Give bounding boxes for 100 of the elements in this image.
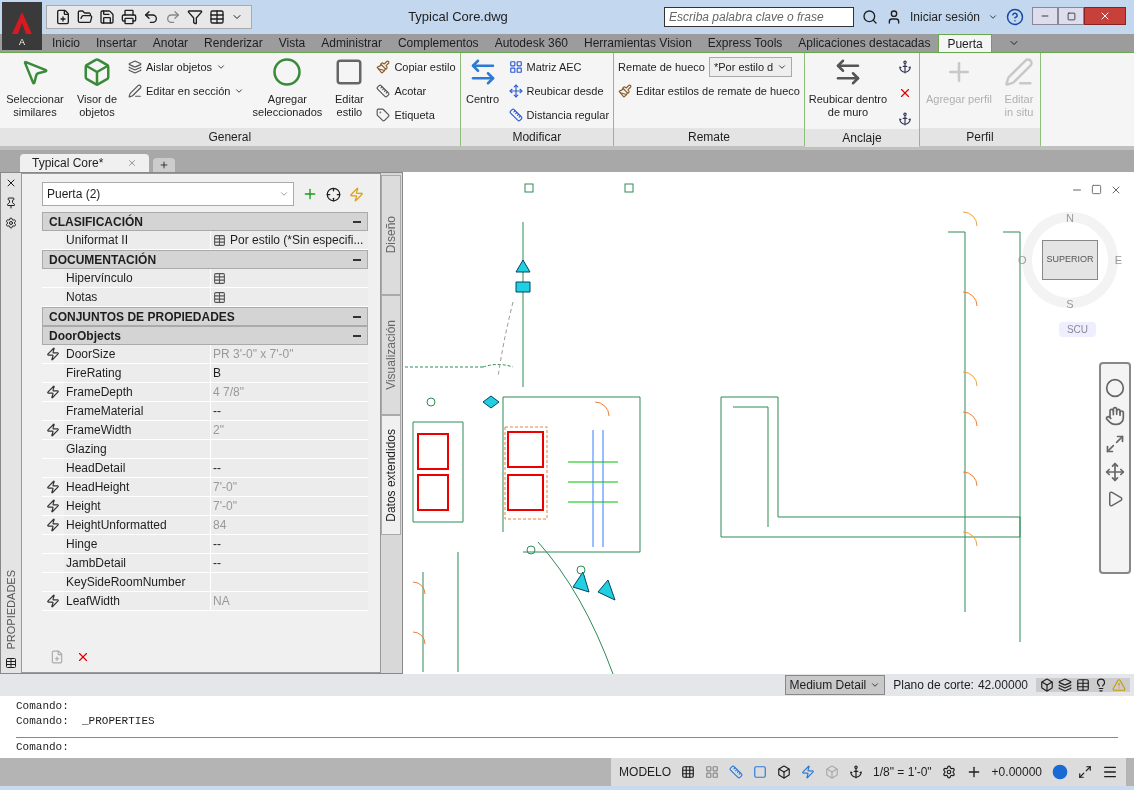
property-value[interactable] — [210, 269, 368, 287]
ribbon-tab[interactable]: Anotar — [144, 34, 197, 52]
settings-icon[interactable] — [941, 765, 956, 779]
ribbon-tab[interactable]: Administrar — [313, 34, 390, 52]
property-value[interactable]: Por estilo (*Sin especifi... — [210, 231, 368, 249]
side-tab[interactable]: Diseño — [381, 175, 401, 295]
command-prompt[interactable]: Comando: — [16, 738, 1118, 757]
cube-icon[interactable] — [1040, 678, 1054, 692]
ribbon-tab[interactable]: Renderizar — [196, 34, 271, 52]
undo-icon[interactable] — [143, 9, 159, 25]
app-menu-button[interactable]: A — [2, 2, 42, 50]
caret-icon[interactable] — [988, 12, 998, 22]
ribbon-tab[interactable]: Inicio — [44, 34, 88, 52]
section-header[interactable]: DoorObjects — [42, 326, 368, 345]
help-icon[interactable] — [1006, 8, 1024, 26]
ruler-icon — [508, 108, 523, 122]
selection-dropdown[interactable]: Puerta (2) — [42, 182, 294, 206]
property-value[interactable] — [210, 288, 368, 306]
ribbon-small-button[interactable]: Matriz AEC — [508, 57, 610, 77]
ribbon-large-button[interactable]: Reubicar dentro de muro — [804, 53, 891, 129]
ribbon-tab[interactable]: Vista — [270, 34, 314, 52]
ribbon-tab[interactable]: Herramientas Vision — [576, 34, 700, 52]
ribbon-large-button[interactable]: Editar estilo — [326, 53, 373, 128]
grid-icon[interactable] — [681, 765, 696, 779]
ribbon-small-button[interactable]: Editar estilos de remate de hueco — [618, 83, 800, 100]
pan-icon[interactable] — [1105, 406, 1125, 426]
fullscreen-icon[interactable] — [1078, 765, 1092, 779]
crosshair-icon[interactable] — [326, 186, 341, 202]
ribbon-large-button[interactable]: Visor de objetos — [70, 53, 124, 128]
detail-level-dropdown[interactable]: Medium Detail — [784, 675, 886, 695]
sign-in-button[interactable]: Iniciar sesión — [909, 8, 980, 26]
restore-icon — [1066, 11, 1076, 21]
property-value[interactable]: -- — [210, 402, 368, 420]
redo-icon[interactable] — [165, 9, 181, 25]
pin-icon[interactable] — [5, 197, 17, 209]
table-icon[interactable] — [1076, 678, 1090, 692]
side-tab[interactable]: Datos extendidos — [381, 415, 401, 535]
ribbon-small-button[interactable]: Distancia regular — [508, 105, 610, 125]
ribbon-large-button[interactable]: Centro — [460, 53, 505, 128]
open-folder-icon[interactable] — [77, 9, 93, 25]
delete-icon[interactable] — [76, 650, 90, 664]
brush-icon — [618, 84, 633, 99]
property-name: LeafWidth — [64, 592, 210, 610]
ribbon-small-button[interactable]: Etiqueta — [376, 105, 456, 125]
ribbon-large-button[interactable]: Seleccionar similares — [0, 53, 70, 128]
close-icon[interactable] — [5, 177, 17, 189]
ribbon-tab[interactable]: Insertar — [88, 34, 145, 52]
document-tab[interactable]: Typical Core* — [20, 154, 150, 172]
ribbon-tab[interactable]: Aplicaciones destacadas — [790, 34, 939, 52]
close-icon[interactable] — [1110, 184, 1122, 196]
scale-dropdown[interactable]: 1/8" = 1'-0" — [873, 763, 932, 781]
property-name: Uniformat II — [64, 231, 210, 249]
ribbon-tab[interactable]: Puerta — [938, 34, 992, 52]
ribbon-tab[interactable]: Express Tools — [699, 34, 791, 52]
menu-icon[interactable] — [1102, 764, 1118, 780]
ribbon-large-button[interactable]: Agregar seleccionados — [248, 53, 327, 128]
elevation-value[interactable]: +0.00000 — [991, 763, 1042, 781]
side-tab[interactable]: Visualización — [381, 295, 401, 415]
property-value[interactable]: B — [210, 364, 368, 382]
search-field[interactable]: Escriba palabra clave o frase — [663, 7, 854, 27]
ribbon-tab[interactable]: Autodesk 360 — [486, 34, 576, 52]
table-icon[interactable] — [213, 271, 226, 285]
ribbon-tab[interactable]: Complementos — [389, 34, 487, 52]
minimize-button[interactable] — [1032, 7, 1058, 25]
section-header[interactable]: CONJUNTOS DE PROPIEDADES — [42, 307, 368, 326]
property-value[interactable]: -- — [210, 554, 368, 572]
lightbulb-icon[interactable] — [1094, 678, 1108, 692]
property-name: HeightUnformatted — [64, 516, 210, 534]
pencil-icon — [1003, 57, 1034, 87]
style-dropdown[interactable]: *Por estilo d — [708, 57, 793, 77]
ribbon-small-button[interactable]: Reubicar desde — [508, 81, 610, 101]
new-file-icon[interactable] — [55, 9, 71, 25]
section-header[interactable]: CLASIFICACIÓN — [42, 212, 368, 231]
settings-icon[interactable] — [5, 217, 17, 229]
ribbon-small-button[interactable]: Aislar objetos — [128, 57, 245, 77]
cube-icon — [82, 57, 112, 87]
property-name: JambDetail — [64, 554, 210, 572]
layers-icon[interactable] — [1058, 678, 1072, 692]
property-name: Height — [64, 497, 210, 515]
print-icon[interactable] — [121, 9, 137, 25]
table-icon[interactable] — [213, 290, 226, 304]
restore-button[interactable] — [1058, 7, 1084, 25]
showmotion-icon[interactable] — [1106, 490, 1124, 508]
property-value[interactable]: -- — [210, 535, 368, 553]
restore-icon[interactable] — [1091, 184, 1102, 195]
ribbon-small-button[interactable]: Copiar estilo — [376, 57, 456, 77]
cut-plane-value[interactable]: 42.00000 — [977, 676, 1028, 694]
ribbon-small-button[interactable]: Acotar — [376, 81, 456, 101]
close-button[interactable] — [1084, 7, 1126, 25]
viewcube-face[interactable]: SUPERIOR — [1042, 240, 1098, 280]
table-icon[interactable] — [209, 9, 225, 25]
property-value[interactable]: -- — [210, 459, 368, 477]
section-header[interactable]: DOCUMENTACIÓN — [42, 250, 368, 269]
funnel-icon[interactable] — [187, 9, 203, 25]
model-space-button[interactable]: MODELO — [619, 763, 672, 781]
ribbon-small-button[interactable]: Editar en sección — [128, 81, 245, 101]
table-icon[interactable] — [213, 233, 226, 247]
zoom-icon[interactable] — [1105, 434, 1125, 454]
save-icon[interactable] — [99, 9, 115, 25]
property-name: Glazing — [64, 440, 210, 458]
